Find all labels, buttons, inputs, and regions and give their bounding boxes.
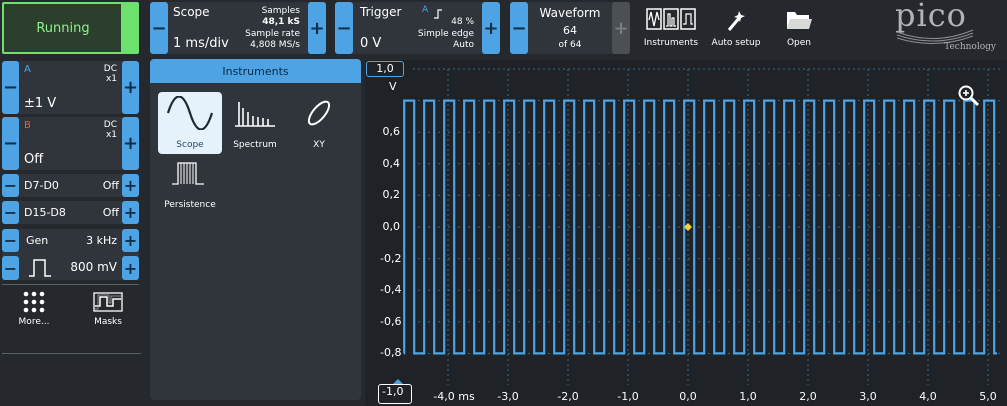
- x-tick-label: 3,0: [859, 390, 877, 403]
- x-tick-label: -3,0: [497, 390, 519, 403]
- x-tick-label: 1,0: [739, 390, 757, 403]
- x-tick-label: -4,0 ms: [433, 390, 475, 403]
- y-tick-label: -0,4: [380, 283, 402, 297]
- scope-plot: [392, 68, 1000, 385]
- x-tick-label: 2,0: [799, 390, 817, 403]
- y-axis-top-marker[interactable]: 1,0: [366, 61, 404, 77]
- y-tick-label: 0,6: [382, 125, 401, 139]
- y-tick-label: 0,0: [382, 220, 401, 233]
- x-tick-label: 5,0: [979, 390, 997, 403]
- zoom-icon[interactable]: [957, 84, 981, 112]
- x-tick-label: -2,0: [557, 390, 579, 403]
- y-tick-label: -0,2: [380, 251, 402, 265]
- x-tick-label: 4,0: [919, 390, 937, 403]
- y-tick-label: 0,2: [382, 188, 401, 202]
- y-axis-unit: V: [389, 80, 397, 93]
- x-tick-label: 0,0: [679, 390, 697, 403]
- y-tick-label: -0,8: [380, 346, 402, 360]
- x-tick-label: -1,0: [617, 390, 639, 403]
- y-axis-bottom-marker[interactable]: -1,0: [378, 384, 412, 404]
- y-tick-label: 0,4: [382, 156, 401, 170]
- y-tick-label: -0,6: [380, 314, 402, 328]
